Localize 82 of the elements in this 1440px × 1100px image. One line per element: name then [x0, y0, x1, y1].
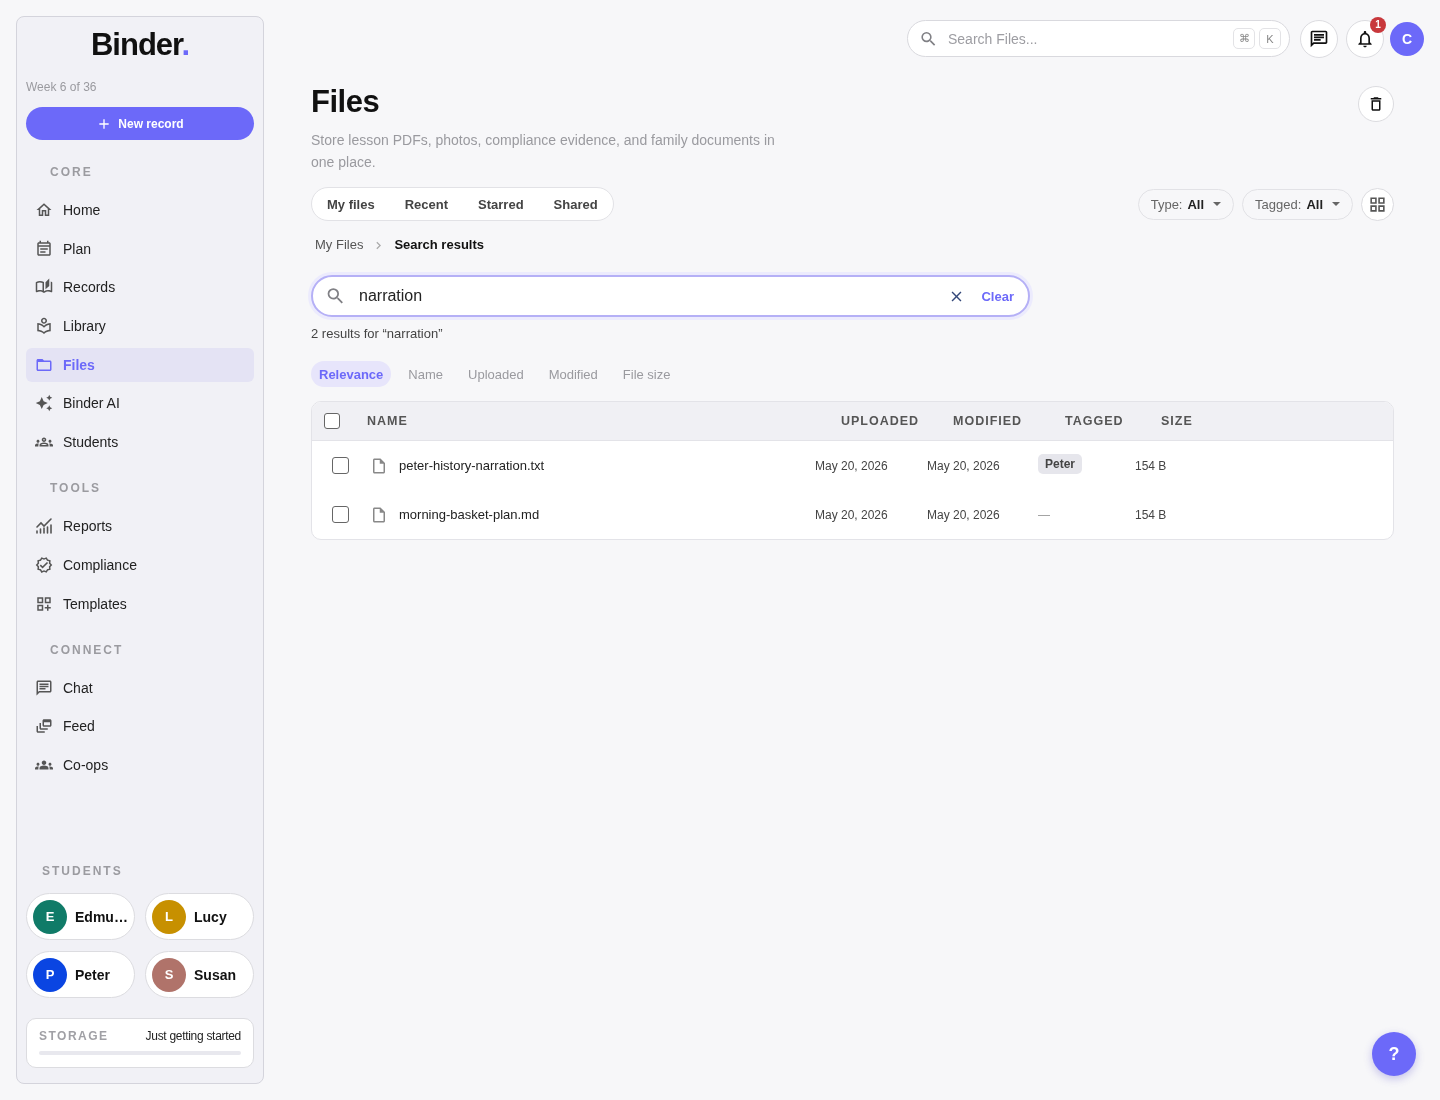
home-icon — [35, 201, 53, 219]
nav-item[interactable]: Home — [26, 193, 254, 227]
search-icon — [919, 29, 938, 48]
table-cell: 154 B — [1135, 458, 1167, 473]
file-icon — [370, 456, 388, 475]
chat-icon — [35, 678, 53, 697]
grid-view-button[interactable] — [1361, 187, 1394, 221]
grid-icon — [1368, 194, 1387, 214]
tab[interactable]: My files — [312, 188, 390, 220]
table-cell: — — [1038, 507, 1050, 522]
chart-icon — [35, 517, 53, 536]
file-name: morning-basket-plan.md — [399, 507, 540, 522]
breadcrumb-link[interactable]: My Files — [315, 237, 364, 253]
reader-icon — [35, 317, 53, 336]
section-heading: TOOLS — [50, 481, 102, 496]
notification-count: 1 — [1370, 16, 1386, 33]
row-checkbox[interactable] — [332, 457, 349, 474]
student-chip[interactable]: S Susan — [145, 951, 254, 998]
tab[interactable]: Starred — [463, 188, 539, 220]
section-heading: CONNECT — [50, 642, 124, 657]
nav-item[interactable]: Binder AI — [26, 386, 254, 421]
student-avatar: E — [33, 899, 67, 934]
file-icon — [370, 505, 388, 524]
column-header[interactable]: TAGGED — [1065, 414, 1124, 428]
column-header[interactable]: MODIFIED — [953, 414, 1023, 428]
user-avatar[interactable]: C — [1390, 21, 1424, 56]
tab[interactable]: Recent — [389, 188, 464, 220]
table-cell: May 20, 2026 — [815, 507, 888, 522]
notepad-icon — [35, 239, 53, 258]
table-cell: May 20, 2026 — [815, 458, 888, 473]
chat-icon — [1309, 28, 1329, 49]
column-header[interactable]: UPLOADED — [841, 414, 920, 428]
column-header[interactable]: NAME — [367, 414, 408, 428]
table-cell: 154 B — [1135, 507, 1167, 522]
nav-item[interactable]: Reports — [26, 509, 254, 544]
student-tag: Peter — [1038, 453, 1083, 474]
nav-item[interactable]: Records — [26, 270, 254, 305]
help-button[interactable]: ? — [1372, 1032, 1416, 1076]
row-checkbox[interactable] — [332, 506, 349, 523]
stacked-cards-icon — [35, 717, 53, 736]
week-label: Week 6 of 36 — [26, 79, 97, 95]
notifications-button[interactable]: 1 — [1346, 19, 1384, 58]
shortcut-key: K — [1259, 28, 1281, 49]
student-avatar: P — [33, 957, 67, 992]
column-header[interactable]: SIZE — [1161, 414, 1193, 428]
caret-icon — [1332, 202, 1340, 206]
grid-plus-icon — [35, 594, 53, 613]
section-heading: STUDENTS — [42, 864, 123, 878]
logo: Binder. — [90, 27, 190, 63]
student-avatar: L — [152, 899, 186, 934]
section-heading: CORE — [50, 165, 93, 179]
breadcrumb-current: Search results — [394, 237, 484, 253]
messages-button[interactable] — [1300, 19, 1338, 58]
file-name: peter-history-narration.txt — [399, 458, 545, 473]
sparkles-icon — [35, 394, 53, 413]
nav-item[interactable]: Library — [26, 309, 254, 344]
shortcut-key: ⌘ — [1233, 28, 1255, 49]
storage-status: Just getting started — [145, 1029, 241, 1043]
results-count: 2 results for “narration” — [311, 326, 443, 342]
student-chip[interactable]: L Lucy — [145, 893, 254, 940]
tab[interactable]: Shared — [538, 188, 613, 220]
table-cell: May 20, 2026 — [927, 507, 1000, 522]
nav-item[interactable]: Chat — [26, 670, 254, 705]
clear-button[interactable]: Clear — [981, 288, 1014, 304]
student-avatar: S — [152, 957, 186, 992]
select-all-checkbox[interactable] — [324, 413, 340, 429]
storage-label: STORAGE — [39, 1029, 109, 1043]
bell-icon — [1355, 28, 1375, 49]
page-title: Files — [311, 84, 381, 120]
student-chip[interactable]: E Edmu… — [26, 893, 135, 940]
table-cell: May 20, 2026 — [927, 458, 1000, 473]
nav-item[interactable]: Compliance — [26, 547, 254, 582]
delete-button[interactable] — [1358, 86, 1394, 122]
badge-check-icon — [35, 555, 53, 574]
caret-icon — [1213, 202, 1222, 206]
nav-item[interactable]: Feed — [26, 709, 254, 744]
new-record-button[interactable]: New record — [26, 107, 254, 140]
nav-item[interactable]: Templates — [26, 586, 254, 621]
student-chip[interactable]: P Peter — [26, 951, 135, 998]
nav-item[interactable]: Co-ops — [26, 747, 254, 782]
page-subtitle: Store lesson PDFs, photos, compliance evidence, and family documents in one place. — [311, 131, 776, 172]
nav-item[interactable]: Plan — [26, 231, 254, 266]
